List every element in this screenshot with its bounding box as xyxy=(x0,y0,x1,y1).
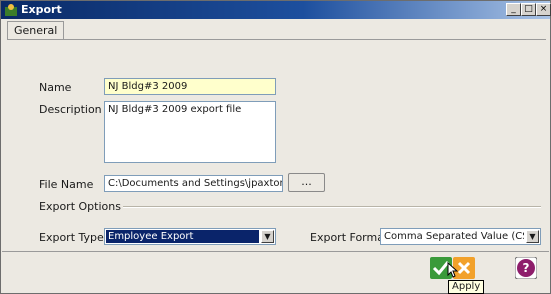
apply-tooltip: Apply xyxy=(448,280,485,294)
help-icon[interactable]: ? xyxy=(515,257,537,279)
tab-strip: General xyxy=(5,20,545,40)
filename-label: File Name xyxy=(39,178,94,191)
chevron-down-icon[interactable]: ▼ xyxy=(526,230,539,243)
general-panel: Name NJ Bldg#3 2009 Description NJ Bldg#… xyxy=(7,39,546,249)
title-bar[interactable]: Export _ □ × xyxy=(1,1,551,19)
description-field[interactable]: NJ Bldg#3 2009 export file xyxy=(104,101,276,163)
export-format-select[interactable]: Comma Separated Value (CSV) File ▼ xyxy=(380,228,541,245)
name-label: Name xyxy=(39,81,72,94)
export-type-label: Export Type xyxy=(39,231,104,244)
export-type-select[interactable]: Employee Export ▼ xyxy=(104,228,276,245)
window-title: Export xyxy=(21,3,62,16)
export-options-label: Export Options xyxy=(39,200,121,213)
export-format-label: Export Format xyxy=(310,231,389,244)
close-button[interactable]: × xyxy=(536,3,551,16)
export-type-value: Employee Export xyxy=(106,230,259,243)
tab-general[interactable]: General xyxy=(7,21,65,39)
description-label: Description xyxy=(39,103,102,116)
export-app-icon xyxy=(5,4,17,16)
export-options-divider xyxy=(123,206,541,208)
mouse-cursor-icon xyxy=(447,262,458,278)
svg-text:?: ? xyxy=(523,261,530,275)
filename-field[interactable]: C:\Documents and Settings\jpaxton\My xyxy=(104,175,283,192)
browse-button[interactable]: ... xyxy=(288,173,325,192)
chevron-down-icon[interactable]: ▼ xyxy=(261,230,274,243)
export-window: Export _ □ × General Name NJ Bldg#3 2009… xyxy=(0,0,551,294)
minimize-button[interactable]: _ xyxy=(506,3,521,16)
name-field[interactable]: NJ Bldg#3 2009 xyxy=(104,78,276,95)
export-format-value: Comma Separated Value (CSV) File xyxy=(384,231,524,242)
maximize-button[interactable]: □ xyxy=(521,3,536,16)
